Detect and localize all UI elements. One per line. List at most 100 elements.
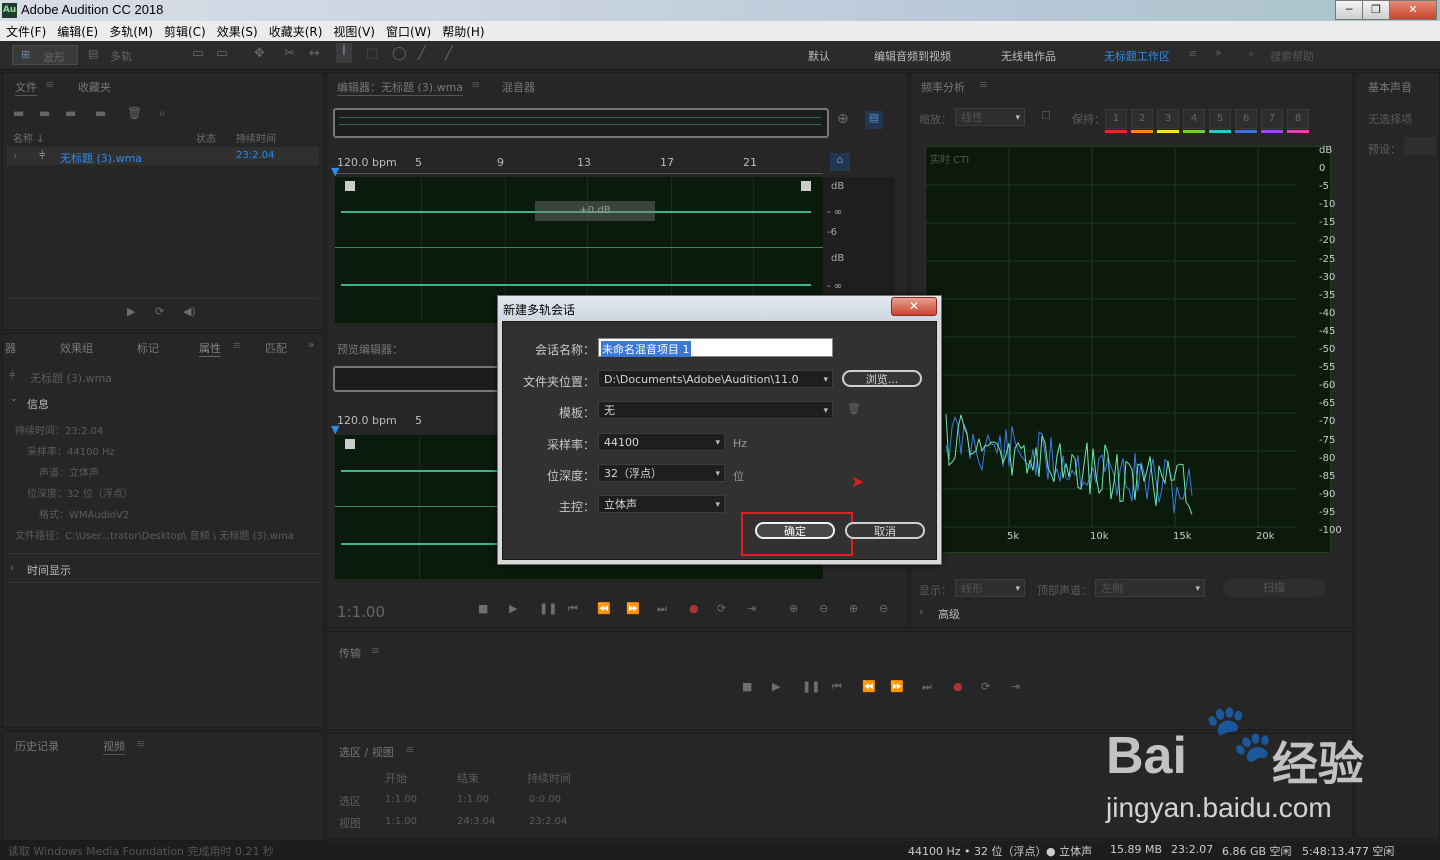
pitch-display-icon[interactable]: ▭ [216, 46, 228, 61]
properties-menu-icon[interactable]: ≡ [232, 339, 241, 352]
more-workspaces-icon[interactable]: » [1215, 46, 1222, 59]
zoom-icon[interactable]: ⊕ [837, 111, 849, 127]
editor-menu-icon[interactable]: ≡ [471, 78, 480, 91]
tab-editor[interactable]: 编辑器：无标题 (3).wma [337, 79, 464, 96]
menu-multitrack[interactable]: 多轨(M) [103, 21, 158, 40]
filter-search-icon[interactable]: ⌕ [159, 106, 166, 121]
hold-button-7[interactable]: 7 [1261, 109, 1283, 129]
import-icon[interactable]: ▬ [39, 106, 50, 120]
menu-window[interactable]: 窗口(W) [380, 21, 436, 40]
bit-depth-select[interactable]: 32（浮点） ▾ [598, 464, 725, 482]
col-duration-header[interactable]: 持续时间 [236, 130, 276, 145]
tab-files[interactable]: 文件 [15, 79, 37, 96]
move-tool-icon[interactable]: ✥ [254, 46, 265, 61]
multitrack-mode-button[interactable]: ▤ 多轨 [80, 45, 140, 63]
tab-clip-ref[interactable]: 器 [5, 340, 16, 356]
menu-edit[interactable]: 编辑(E) [51, 21, 103, 40]
workspace-untitled[interactable]: 无标题工作区 [1104, 48, 1170, 64]
go-to-start-icon[interactable]: ⏮ [832, 680, 842, 694]
record-icon[interactable]: ● [953, 680, 963, 693]
brush-tool-icon[interactable]: ╱ [418, 46, 426, 61]
video-panel-menu-icon[interactable]: ≡ [136, 737, 145, 750]
zoom-out-amplitude-icon[interactable]: ⊖ [819, 602, 828, 615]
workspace-radio[interactable]: 无线电作品 [1001, 48, 1056, 64]
loop-icon[interactable]: ⟳ [155, 305, 164, 318]
selection-start[interactable]: 1:1.00 [385, 794, 417, 805]
scan-button[interactable]: 扫描 [1223, 579, 1325, 597]
skip-icon[interactable]: ⇥ [747, 602, 756, 615]
menu-file[interactable]: 文件(F) [0, 21, 51, 40]
tab-history[interactable]: 历史记录 [15, 738, 59, 754]
loop-icon[interactable]: ⟳ [717, 602, 726, 615]
advanced-section[interactable]: 高级 [938, 606, 960, 622]
insert-icon[interactable]: ▬ [95, 106, 106, 120]
zoom-in-amplitude-icon[interactable]: ⊕ [789, 602, 798, 615]
fast-forward-icon[interactable]: ⏩ [626, 602, 640, 615]
fast-forward-icon[interactable]: ⏩ [890, 680, 904, 693]
browse-button[interactable]: 浏览... [842, 370, 922, 387]
rewind-icon[interactable]: ⏪ [862, 680, 876, 693]
lasso-tool-icon[interactable]: ◯ [392, 46, 407, 61]
razor-tool-icon[interactable]: ✂ [284, 46, 295, 61]
info-section-title[interactable]: 信息 [27, 396, 49, 412]
collapse-icon[interactable]: ⌄ [10, 394, 18, 404]
more-tabs-icon[interactable]: » [308, 338, 315, 351]
menu-favorites[interactable]: 收藏夹(R) [263, 21, 328, 40]
workspace-menu-icon[interactable]: ≡ [1188, 47, 1197, 60]
scale-select[interactable]: 线性 ▾ [955, 108, 1025, 126]
preset-select[interactable] [1404, 137, 1436, 155]
volume-hud[interactable]: +0 dB [535, 201, 655, 221]
snap-icon[interactable]: ⌂ [830, 153, 850, 171]
time-display-section-title[interactable]: 时间显示 [27, 562, 71, 578]
minimize-button[interactable]: ─ [1335, 0, 1363, 20]
selection-menu-icon[interactable]: ≡ [405, 743, 414, 756]
top-channel-select[interactable]: 左侧 ▾ [1095, 579, 1205, 597]
maximize-button[interactable]: ❐ [1362, 0, 1390, 20]
stop-icon[interactable]: ■ [742, 680, 752, 693]
view-start[interactable]: 1:1.00 [385, 816, 417, 827]
cancel-button[interactable]: 取消 [845, 522, 925, 539]
play-icon[interactable]: ▶ [127, 305, 135, 318]
play-icon[interactable]: ▶ [509, 602, 517, 615]
help-search-input[interactable]: 搜索帮助 [1270, 48, 1314, 64]
pause-icon[interactable]: ❚❚ [539, 602, 557, 615]
dialog-close-button[interactable]: ✕ [891, 297, 937, 316]
hold-button-3[interactable]: 3 [1157, 109, 1179, 129]
go-to-start-icon[interactable]: ⏮ [568, 602, 578, 616]
menu-view[interactable]: 视图(V) [327, 21, 380, 40]
menu-clip[interactable]: 剪辑(C) [158, 21, 211, 40]
autoplay-icon[interactable]: ◀) [183, 305, 196, 318]
spectrum-plot[interactable]: 实时 CTI [925, 146, 1331, 553]
expand-icon[interactable]: › [919, 605, 923, 618]
menu-help[interactable]: 帮助(H) [436, 21, 489, 40]
delete-template-icon[interactable]: 🗑 [847, 402, 861, 415]
col-status-header[interactable]: 状态 [196, 130, 216, 145]
fade-in-handle-icon[interactable] [345, 181, 355, 191]
overview-bar[interactable] [333, 108, 829, 138]
session-name-input[interactable]: 未命名混音项目 1 [598, 338, 833, 357]
folder-location-select[interactable]: D:\Documents\Adobe\Audition\11.0 ▾ [598, 370, 833, 388]
go-to-end-icon[interactable]: ⏭ [922, 680, 932, 694]
selection-duration[interactable]: 0:0.00 [529, 794, 561, 805]
slip-tool-icon[interactable]: ↔ [309, 46, 320, 61]
rewind-icon[interactable]: ⏪ [597, 602, 611, 615]
skip-icon[interactable]: ⇥ [1011, 680, 1020, 693]
freq-menu-icon[interactable]: ≡ [979, 78, 988, 91]
expand-icon[interactable]: › [13, 149, 17, 162]
transport-menu-icon[interactable]: ≡ [371, 644, 380, 657]
stop-icon[interactable]: ■ [478, 602, 488, 615]
hold-button-2[interactable]: 2 [1131, 109, 1153, 129]
pause-icon[interactable]: ❚❚ [802, 680, 820, 693]
expand-icon[interactable]: › [10, 561, 14, 574]
selection-end[interactable]: 1:1.00 [457, 794, 489, 805]
tab-markers[interactable]: 标记 [137, 340, 159, 356]
rect-icon[interactable]: ☐ [1041, 109, 1051, 122]
menu-effects[interactable]: 效果(S) [211, 21, 263, 40]
files-panel-menu-icon[interactable]: ≡ [45, 78, 54, 91]
loop-icon[interactable]: ⟳ [981, 680, 990, 693]
healing-tool-icon[interactable]: ╱ [445, 46, 453, 61]
sample-rate-select[interactable]: 44100 ▾ [598, 433, 725, 451]
waveform-mode-button[interactable]: ⊞ 波形 [12, 45, 78, 65]
hold-button-8[interactable]: 8 [1287, 109, 1309, 129]
template-select[interactable]: 无 ▾ [598, 401, 833, 419]
